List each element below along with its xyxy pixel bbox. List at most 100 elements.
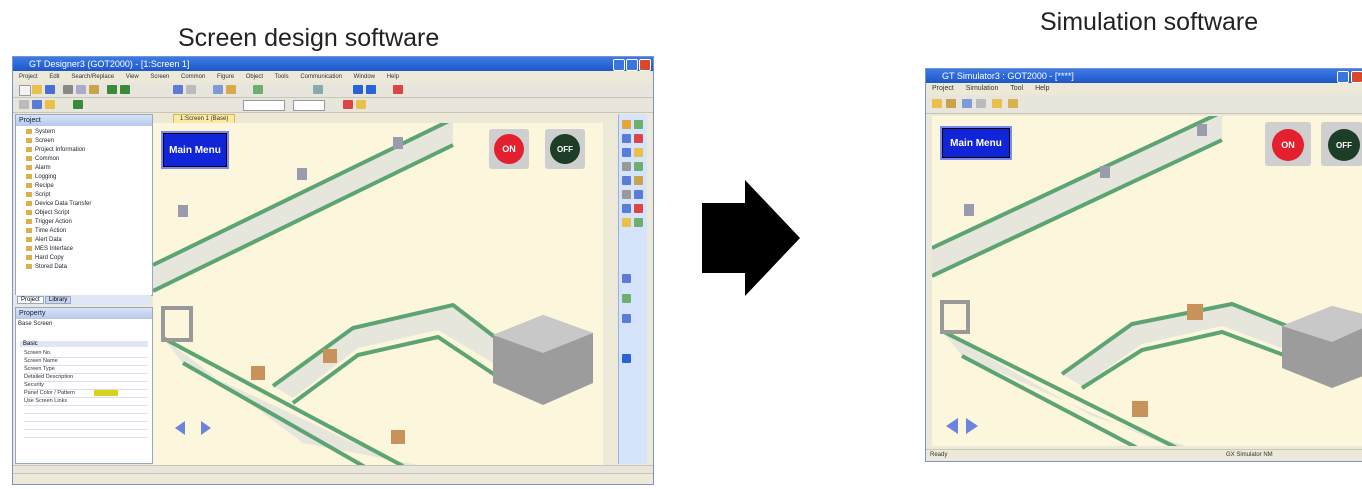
layer-icon[interactable]: [253, 85, 263, 94]
minimize-button[interactable]: [613, 59, 625, 71]
property-row[interactable]: Screen Type: [24, 366, 148, 374]
tool-icon[interactable]: [622, 134, 631, 143]
tool-icon[interactable]: [634, 120, 643, 129]
tree-item[interactable]: Common: [26, 156, 59, 162]
tree-item[interactable]: Alert Data: [26, 237, 62, 243]
tool-icon[interactable]: [622, 218, 631, 227]
tool-icon[interactable]: [634, 148, 643, 157]
menu-item[interactable]: Object: [246, 74, 263, 80]
cut-icon[interactable]: [63, 85, 73, 94]
property-row[interactable]: Security: [24, 382, 148, 390]
tool-icon[interactable]: [622, 204, 631, 213]
tool-icon[interactable]: [622, 274, 631, 283]
menu-item[interactable]: Common: [181, 74, 205, 80]
property-row[interactable]: [24, 414, 148, 422]
copy-icon[interactable]: [76, 85, 86, 94]
save-icon[interactable]: [45, 85, 55, 94]
tool-icon[interactable]: [622, 162, 631, 171]
tool-icon[interactable]: [622, 354, 631, 363]
find-icon[interactable]: [313, 85, 323, 94]
on-lamp[interactable]: ON: [1272, 129, 1304, 161]
device-icon[interactable]: [992, 99, 1002, 108]
tab-library[interactable]: Library: [45, 296, 72, 304]
property-row[interactable]: Detailed Description: [24, 374, 148, 382]
group-icon[interactable]: [226, 85, 236, 94]
tree-item[interactable]: Object Script: [26, 210, 69, 216]
property-row[interactable]: Screen Name: [24, 358, 148, 366]
menu-item[interactable]: Screen: [150, 74, 169, 80]
tree-item[interactable]: Screen: [26, 138, 54, 144]
menu-item[interactable]: Project: [19, 74, 38, 80]
undo-icon[interactable]: [107, 85, 117, 94]
menu-item[interactable]: View: [126, 74, 139, 80]
write-icon[interactable]: [353, 85, 363, 94]
property-row[interactable]: Panel Color / Pattern: [24, 390, 148, 398]
menu-item[interactable]: Search/Replace: [71, 74, 114, 80]
monitor-icon[interactable]: [962, 99, 972, 108]
rect-icon[interactable]: [45, 100, 55, 109]
maximize-button[interactable]: [626, 59, 638, 71]
on-lamp[interactable]: ON: [494, 134, 524, 164]
designer-canvas[interactable]: Main Menu ON OFF: [153, 123, 603, 465]
menu-item[interactable]: Help: [1035, 85, 1049, 92]
tree-item[interactable]: MES Interface: [26, 246, 73, 252]
menu-item[interactable]: Help: [387, 74, 399, 80]
menu-item[interactable]: Tools: [275, 74, 289, 80]
tool-icon[interactable]: [622, 294, 631, 303]
tool-icon[interactable]: [634, 176, 643, 185]
new-icon[interactable]: [19, 85, 31, 96]
read-icon[interactable]: [366, 85, 376, 94]
tool-icon[interactable]: [622, 148, 631, 157]
paste-icon[interactable]: [89, 85, 99, 94]
main-menu-button[interactable]: Main Menu: [940, 126, 1012, 160]
line-icon[interactable]: [32, 100, 42, 109]
close-button[interactable]: [1351, 71, 1362, 83]
tree-item[interactable]: Alarm: [26, 165, 51, 171]
tree-item[interactable]: Recipe: [26, 183, 54, 189]
menu-item[interactable]: Tool: [1010, 85, 1023, 92]
tool-icon[interactable]: [622, 176, 631, 185]
tree-item[interactable]: Stored Data: [26, 264, 67, 270]
menu-item[interactable]: Window: [354, 74, 375, 80]
menu-item[interactable]: Project: [932, 85, 954, 92]
zoom-select[interactable]: [243, 100, 285, 111]
tool-icon[interactable]: [622, 190, 631, 199]
property-row[interactable]: Screen No.: [24, 350, 148, 358]
font-select[interactable]: [293, 100, 325, 111]
property-row[interactable]: [24, 422, 148, 430]
text-icon[interactable]: [73, 100, 83, 109]
tool-icon[interactable]: [634, 134, 643, 143]
write-icon[interactable]: [946, 99, 956, 108]
property-row[interactable]: [24, 430, 148, 438]
tree-item[interactable]: Trigger Action: [26, 219, 72, 225]
property-row[interactable]: Use Screen Links: [24, 398, 148, 406]
fill-icon[interactable]: [356, 100, 366, 109]
tree-item[interactable]: Time Action: [26, 228, 66, 234]
tool-icon[interactable]: [622, 314, 631, 323]
zoom-icon[interactable]: [173, 85, 183, 94]
filter-icon[interactable]: [976, 99, 986, 108]
menu-item[interactable]: Edit: [49, 74, 59, 80]
menu-item[interactable]: Simulation: [966, 85, 999, 92]
tool-icon[interactable]: [634, 190, 643, 199]
tree-item[interactable]: Device Data Transfer: [26, 201, 91, 207]
menu-item[interactable]: Figure: [217, 74, 234, 80]
tree-item[interactable]: Logging: [26, 174, 56, 180]
tree-item[interactable]: Project Information: [26, 147, 85, 153]
off-lamp[interactable]: OFF: [550, 134, 580, 164]
property-row[interactable]: [24, 406, 148, 414]
tool-icon[interactable]: [634, 162, 643, 171]
tool-icon[interactable]: [622, 120, 631, 129]
minimize-button[interactable]: [1337, 71, 1349, 83]
redo-icon[interactable]: [120, 85, 130, 94]
tree-item[interactable]: Hard Copy: [26, 255, 64, 261]
open-icon[interactable]: [932, 99, 942, 108]
main-menu-button[interactable]: Main Menu: [161, 131, 229, 169]
chart-icon[interactable]: [1008, 99, 1018, 108]
off-lamp[interactable]: OFF: [1328, 129, 1360, 161]
tab-project[interactable]: Project: [17, 296, 44, 304]
select-icon[interactable]: [19, 100, 29, 109]
simulator-canvas[interactable]: Main Menu ON OFF: [932, 116, 1362, 446]
color-swatch[interactable]: [94, 390, 118, 396]
close-button[interactable]: [639, 59, 651, 71]
